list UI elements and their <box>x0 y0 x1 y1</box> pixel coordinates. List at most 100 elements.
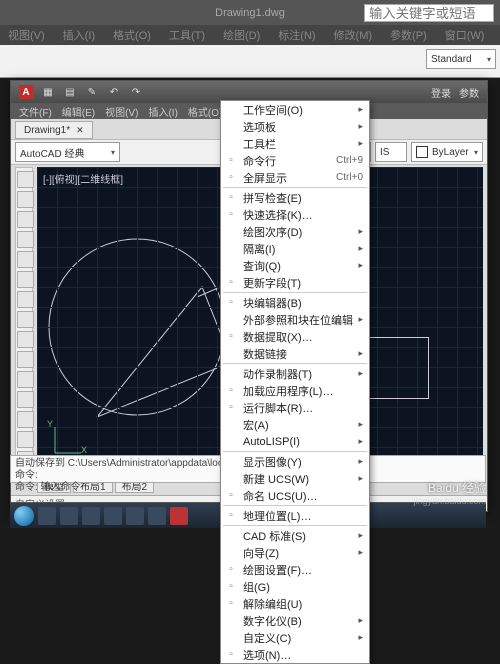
menu-item[interactable]: 工作空间(O) <box>221 101 369 118</box>
menu-item[interactable]: 显示图像(Y) <box>221 453 369 470</box>
tool-circle[interactable] <box>17 211 34 228</box>
menu-item[interactable]: AutoLISP(I) <box>221 433 369 450</box>
tool-scale[interactable] <box>17 391 34 408</box>
menu-view[interactable]: 视图(V) <box>105 104 138 119</box>
tool-rotate[interactable] <box>17 371 34 388</box>
menu-item-label: 选项板 <box>243 119 276 135</box>
tool-hatch[interactable] <box>17 271 34 288</box>
bg-style-dropdown[interactable]: Standard▾ <box>426 49 496 69</box>
menu-item-label: 运行脚本(R)… <box>243 400 313 416</box>
bg-menu-item[interactable]: 绘图(D) <box>223 27 260 43</box>
menu-shortcut: Ctrl+0 <box>336 172 363 183</box>
menu-item[interactable]: 隔离(I) <box>221 240 369 257</box>
bg-menu-item[interactable]: 修改(M) <box>334 27 373 43</box>
taskbar-folder-icon[interactable] <box>82 507 100 525</box>
tool-trim[interactable] <box>17 411 34 428</box>
menu-insert[interactable]: 插入(I) <box>148 104 177 119</box>
menu-item[interactable]: ▫地理位置(L)… <box>221 507 369 524</box>
menu-item[interactable]: 工具栏 <box>221 135 369 152</box>
menu-file[interactable]: 文件(F) <box>19 104 52 119</box>
start-orb[interactable] <box>14 506 34 526</box>
menu-item[interactable]: 向导(Z) <box>221 544 369 561</box>
bg-menu-item[interactable]: 插入(I) <box>63 27 95 43</box>
title-login[interactable]: 登录 <box>431 85 451 100</box>
menu-item[interactable]: ▫拼写检查(E) <box>221 189 369 206</box>
open-icon[interactable]: ▤ <box>63 85 77 99</box>
menu-item[interactable]: 新建 UCS(W) <box>221 470 369 487</box>
tool-arc[interactable] <box>17 231 34 248</box>
menu-item[interactable]: 查询(Q) <box>221 257 369 274</box>
bg-menu-item[interactable]: 标注(N) <box>278 27 315 43</box>
menu-item[interactable]: ▫解除编组(U) <box>221 595 369 612</box>
menu-item[interactable]: 自定义(C) <box>221 629 369 646</box>
bg-menu-item[interactable]: 格式(O) <box>113 27 151 43</box>
redo-icon[interactable]: ↷ <box>129 85 143 99</box>
document-tab[interactable]: Drawing1*✕ <box>15 121 93 139</box>
bg-menu-item[interactable]: 工具(T) <box>169 27 205 43</box>
menu-item[interactable]: 动作录制器(T) <box>221 365 369 382</box>
tool-move[interactable] <box>17 331 34 348</box>
menu-edit[interactable]: 编辑(E) <box>62 104 95 119</box>
bg-search-input[interactable] <box>364 4 494 22</box>
layer-label: ByLayer <box>432 147 469 158</box>
menu-item[interactable]: 数字化仪(B) <box>221 612 369 629</box>
menu-item[interactable]: ▫组(G) <box>221 578 369 595</box>
menu-item[interactable]: ▫数据提取(X)… <box>221 328 369 345</box>
ucs-x-label: X <box>81 445 87 455</box>
menu-item[interactable]: ▫ 加载应用程序(L)… <box>221 382 369 399</box>
menu-item[interactable]: CAD 标准(S) <box>221 527 369 544</box>
bg-menu-item[interactable]: 视图(V) <box>8 27 45 43</box>
taskbar-app-icon[interactable] <box>104 507 122 525</box>
title-param[interactable]: 参数 <box>459 85 479 100</box>
iso-dropdown[interactable]: IS <box>375 142 407 162</box>
menu-item[interactable]: ▫ 全屏显示 Ctrl+0 <box>221 169 369 186</box>
menu-separator <box>223 292 367 293</box>
menu-item[interactable]: ▫运行脚本(R)… <box>221 399 369 416</box>
menu-item-label: 解除编组(U) <box>243 596 302 612</box>
menu-item[interactable]: 选项板 <box>221 118 369 135</box>
menu-item[interactable]: ▫更新字段(T) <box>221 274 369 291</box>
bg-menu-item[interactable]: 窗口(W) <box>445 27 485 43</box>
menu-item[interactable]: 外部参照和块在位编辑 <box>221 311 369 328</box>
taskbar-explorer-icon[interactable] <box>38 507 56 525</box>
taskbar-app-icon[interactable] <box>126 507 144 525</box>
taskbar-app-icon[interactable] <box>148 507 166 525</box>
menu-item[interactable]: ▫命令行Ctrl+9 <box>221 152 369 169</box>
new-icon[interactable]: ▦ <box>41 85 55 99</box>
menu-item-label: 快速选择(K)… <box>243 207 313 223</box>
save-icon[interactable]: ✎ <box>85 85 99 99</box>
screen-icon: ▫ <box>224 171 238 185</box>
menu-item[interactable]: 数据链接 <box>221 345 369 362</box>
tool-line[interactable] <box>17 171 34 188</box>
menu-item-label: AutoLISP(I) <box>243 436 300 448</box>
workspace-dropdown[interactable]: AutoCAD 经典▾ <box>15 142 120 162</box>
taskbar-ie-icon[interactable] <box>60 507 78 525</box>
taskbar-autocad-icon[interactable] <box>170 507 188 525</box>
tool-polyline[interactable] <box>17 191 34 208</box>
menu-item[interactable]: ▫绘图设置(F)… <box>221 561 369 578</box>
tool-text[interactable] <box>17 291 34 308</box>
menu-item-label: 全屏显示 <box>243 170 287 186</box>
app-icon: ▫ <box>224 384 238 398</box>
menu-item[interactable]: ▫块编辑器(B) <box>221 294 369 311</box>
menu-format[interactable]: 格式(O) <box>188 104 222 119</box>
menu-item[interactable]: 绘图次序(D) <box>221 223 369 240</box>
tool-offset[interactable] <box>17 431 34 448</box>
menu-item[interactable]: 宏(A) <box>221 416 369 433</box>
menu-item[interactable]: ▫选项(N)… <box>221 646 369 663</box>
menu-item[interactable]: ▫快速选择(K)… <box>221 206 369 223</box>
bg-menu-item[interactable]: 参数(P) <box>390 27 427 43</box>
tool-dim[interactable] <box>17 311 34 328</box>
layer-dropdown[interactable]: ByLayer▾ <box>411 142 483 162</box>
menu-item-label: 数字化仪(B) <box>243 613 302 629</box>
menu-item-label: 加载应用程序(L)… <box>243 383 333 399</box>
tool-rect[interactable] <box>17 251 34 268</box>
app-logo-icon[interactable]: A <box>19 85 33 99</box>
menu-item-label: 数据提取(X)… <box>243 329 313 345</box>
undo-icon[interactable]: ↶ <box>107 85 121 99</box>
menu-item[interactable]: ▫命名 UCS(U)… <box>221 487 369 504</box>
menu-item-label: CAD 标准(S) <box>243 528 306 544</box>
workspace-label: AutoCAD 经典 <box>20 145 84 160</box>
menu-item-label: 工作空间(O) <box>243 102 303 118</box>
tool-copy[interactable] <box>17 351 34 368</box>
